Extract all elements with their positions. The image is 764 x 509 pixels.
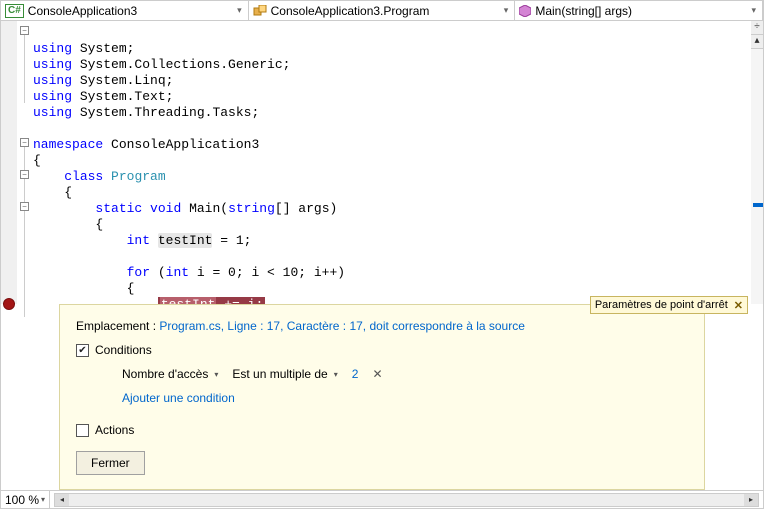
- nav-project-combo[interactable]: C# ConsoleApplication3 ▾: [1, 1, 249, 20]
- fold-box-icon[interactable]: −: [20, 170, 29, 179]
- breakpoint-settings-header: Paramètres de point d'arrêt ✕: [590, 296, 748, 314]
- zoom-combo[interactable]: 100 % ▾: [1, 491, 50, 508]
- remove-condition-icon[interactable]: ✕: [372, 367, 382, 381]
- nav-method-combo[interactable]: Main(string[] args) ▾: [515, 1, 763, 20]
- chevron-down-icon: ▾: [214, 370, 218, 379]
- breakpoint-settings-title: Paramètres de point d'arrêt: [595, 299, 728, 311]
- chevron-down-icon[interactable]: ▾: [502, 5, 511, 16]
- fold-box-icon[interactable]: −: [20, 138, 29, 147]
- nav-bar: C# ConsoleApplication3 ▾ ConsoleApplicat…: [1, 1, 763, 21]
- condition-value[interactable]: 2: [352, 367, 359, 381]
- scroll-right-icon[interactable]: ▸: [744, 494, 758, 506]
- chevron-down-icon[interactable]: ▾: [235, 5, 244, 16]
- conditions-label: Conditions: [95, 343, 152, 357]
- chevron-down-icon: ▾: [334, 370, 338, 379]
- conditions-checkbox[interactable]: ✔: [76, 344, 89, 357]
- breakpoint-icon[interactable]: [3, 298, 15, 310]
- horizontal-scrollbar[interactable]: ◂ ▸: [54, 493, 759, 507]
- breakpoint-gutter[interactable]: [1, 21, 17, 304]
- scroll-up-icon[interactable]: ▴: [751, 35, 763, 49]
- condition-type-value: Nombre d'accès: [122, 367, 208, 381]
- csharp-badge-icon: C#: [5, 4, 24, 18]
- condition-type-combo[interactable]: Nombre d'accès ▾: [122, 367, 218, 381]
- nav-project-label: ConsoleApplication3: [28, 4, 137, 18]
- close-button[interactable]: Fermer: [76, 451, 145, 475]
- add-condition-link[interactable]: Ajouter une condition: [122, 391, 688, 405]
- code-editor[interactable]: using System; using System.Collections.G…: [33, 21, 751, 304]
- condition-row: Nombre d'accès ▾ Est un multiple de ▾ 2 …: [122, 367, 688, 381]
- scroll-left-icon[interactable]: ◂: [55, 494, 69, 506]
- condition-op-combo[interactable]: Est un multiple de ▾: [232, 367, 337, 381]
- breakpoint-settings-panel: Emplacement : Program.cs, Ligne : 17, Ca…: [59, 304, 705, 490]
- condition-op-value: Est un multiple de: [232, 367, 327, 381]
- actions-checkbox[interactable]: [76, 424, 89, 437]
- chevron-down-icon: ▾: [41, 495, 45, 504]
- overview-marker: [753, 203, 763, 207]
- class-icon: [253, 5, 267, 17]
- overview-ruler[interactable]: ÷ ▴: [751, 21, 763, 304]
- editor-footer: 100 % ▾ ◂ ▸: [1, 490, 763, 508]
- nav-class-label: ConsoleApplication3.Program: [271, 4, 430, 18]
- outline-gutter[interactable]: − − − −: [17, 21, 33, 304]
- method-icon: [519, 5, 531, 17]
- location-label: Emplacement :: [76, 319, 159, 333]
- split-view-icon[interactable]: ÷: [751, 21, 763, 35]
- fold-box-icon[interactable]: −: [20, 26, 29, 35]
- actions-label: Actions: [95, 423, 134, 437]
- zoom-value: 100 %: [5, 493, 39, 507]
- close-icon[interactable]: ✕: [734, 299, 743, 312]
- nav-class-combo[interactable]: ConsoleApplication3.Program ▾: [249, 1, 516, 20]
- location-row: Emplacement : Program.cs, Ligne : 17, Ca…: [76, 319, 688, 333]
- nav-method-label: Main(string[] args): [535, 4, 632, 18]
- location-link[interactable]: Program.cs, Ligne : 17, Caractère : 17, …: [159, 319, 525, 333]
- chevron-down-icon[interactable]: ▾: [749, 5, 758, 16]
- fold-box-icon[interactable]: −: [20, 202, 29, 211]
